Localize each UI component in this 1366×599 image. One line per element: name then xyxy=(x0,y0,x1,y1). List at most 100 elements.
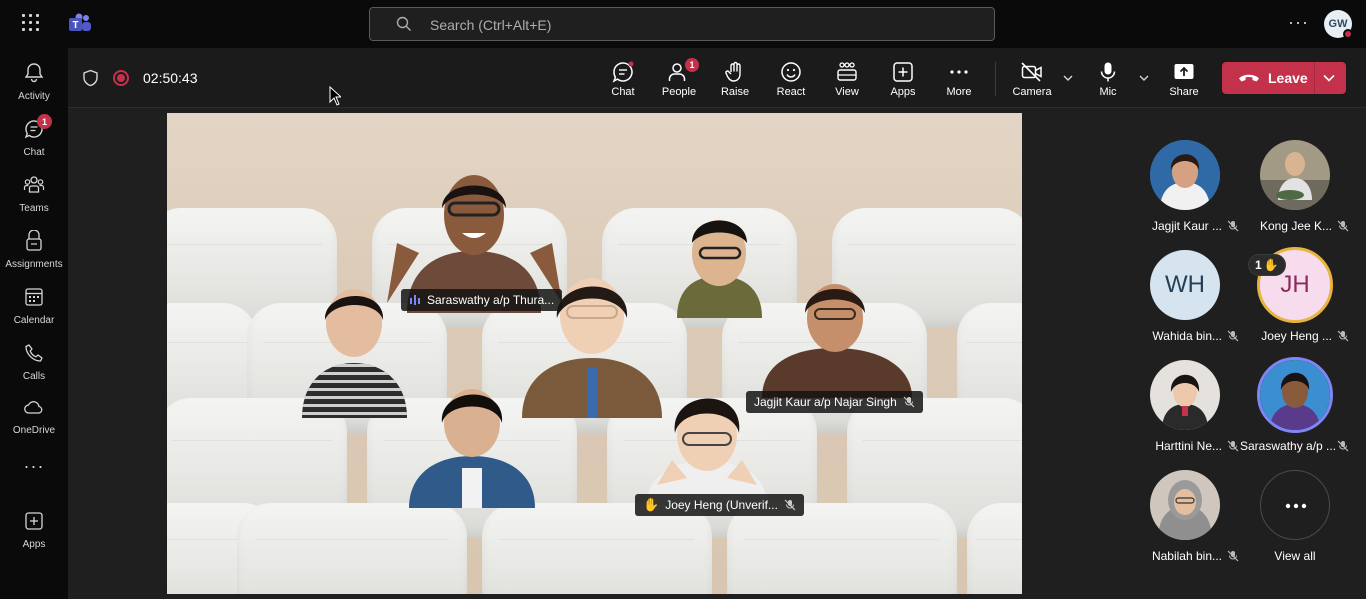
assignments-icon xyxy=(26,230,42,251)
rail-item-calls[interactable]: Calls xyxy=(0,334,68,390)
mic-off-icon xyxy=(784,499,796,511)
share-button[interactable]: Share xyxy=(1156,58,1212,102)
more-dots-icon xyxy=(950,70,968,74)
raise-hand-button[interactable]: Raise xyxy=(707,58,763,102)
chat-unread-badge: 1 xyxy=(37,114,52,129)
svg-text:T: T xyxy=(72,20,78,31)
mic-off-icon xyxy=(903,396,915,408)
rail-item-apps[interactable]: Apps xyxy=(0,502,68,558)
app-rail: Activity Chat 1 Teams Assignments Calend… xyxy=(0,48,68,599)
seat xyxy=(967,503,1022,594)
mic-off-icon xyxy=(1337,440,1349,452)
mic-button[interactable]: Mic xyxy=(1080,58,1136,102)
rail-label: Calls xyxy=(22,371,46,382)
apps-label: Apps xyxy=(890,86,916,98)
avatar xyxy=(1150,140,1220,210)
app-launcher-icon[interactable] xyxy=(22,14,42,34)
more-button[interactable]: More xyxy=(931,58,987,102)
mic-off-icon xyxy=(1227,550,1239,562)
hand-icon xyxy=(725,61,741,82)
leave-divider xyxy=(1314,62,1315,94)
people-badge: 1 xyxy=(685,58,699,72)
view-all-button[interactable]: View all xyxy=(1240,470,1350,576)
people-label: People xyxy=(661,86,697,98)
phone-icon xyxy=(25,344,43,362)
mouse-cursor-icon xyxy=(329,86,341,106)
raised-hand-icon: ✋ xyxy=(643,497,660,512)
mic-off-icon xyxy=(1337,220,1349,232)
top-bar: T Search (Ctrl+Alt+E) ··· GW xyxy=(0,0,1366,48)
roster-tile-jagjit[interactable]: Jagjit Kaur ... xyxy=(1130,140,1240,246)
chat-label: Chat xyxy=(611,86,635,98)
gallery-view-icon xyxy=(837,62,857,81)
seat xyxy=(727,503,957,594)
bell-icon xyxy=(24,63,44,83)
more-participants-icon xyxy=(1260,470,1330,540)
avatar-initials: WH xyxy=(1165,271,1205,298)
more-label: More xyxy=(946,86,972,98)
rail-item-teams[interactable]: Teams xyxy=(0,166,68,222)
leave-label: Leave xyxy=(1268,70,1308,86)
calendar-icon xyxy=(25,288,43,306)
toolbar-divider xyxy=(995,62,996,96)
seat xyxy=(237,503,467,594)
share-screen-icon xyxy=(1174,64,1194,79)
avatar xyxy=(1150,360,1220,430)
participant-video-man xyxy=(677,220,762,318)
search-placeholder: Search (Ctrl+Alt+E) xyxy=(430,17,552,33)
view-label: View xyxy=(835,86,859,98)
rail-item-onedrive[interactable]: OneDrive xyxy=(0,388,68,444)
nametag-text: Jagjit Kaur a/p Najar Singh xyxy=(754,395,897,409)
camera-button[interactable]: Camera xyxy=(1004,58,1060,102)
mic-off-icon xyxy=(1227,330,1239,342)
plus-square-icon xyxy=(25,512,43,530)
view-all-label: View all xyxy=(1274,549,1316,563)
rail-item-chat[interactable]: Chat 1 xyxy=(0,110,68,166)
raised-hand-icon: ✋ xyxy=(1263,258,1279,272)
rail-label: Chat xyxy=(23,147,45,158)
presence-status-icon xyxy=(1343,29,1353,39)
react-label: React xyxy=(776,86,806,98)
roster-name: Kong Jee K... xyxy=(1259,219,1332,233)
participant-video-jagjit xyxy=(762,284,912,398)
view-button[interactable]: View xyxy=(819,58,875,102)
hand-count: 1 xyxy=(1255,258,1262,272)
camera-options-chevron-icon[interactable] xyxy=(1062,72,1074,84)
leave-button[interactable]: Leave xyxy=(1222,62,1346,94)
roster-tile-kong[interactable]: Kong Jee K... xyxy=(1240,140,1350,246)
leave-options-chevron-icon[interactable] xyxy=(1322,72,1336,84)
rail-item-calendar[interactable]: Calendar xyxy=(0,278,68,334)
roster-tile-harttini[interactable]: Harttini Ne... xyxy=(1130,360,1240,466)
roster-name: Saraswathy a/p ... xyxy=(1240,439,1337,453)
people-button[interactable]: 1 People xyxy=(651,58,707,102)
nametag-text: Joey Heng (Unverif... xyxy=(665,498,778,512)
search-box[interactable]: Search (Ctrl+Alt+E) xyxy=(369,7,995,41)
apps-button[interactable]: Apps xyxy=(875,58,931,102)
mic-options-chevron-icon[interactable] xyxy=(1138,72,1150,84)
meeting-toolbar: 02:50:43 Chat 1 People Raise React View … xyxy=(68,48,1366,108)
roster-tile-saraswathy[interactable]: Saraswathy a/p ... xyxy=(1240,357,1350,466)
participant-video-woman-3 xyxy=(409,389,535,508)
plus-square-icon xyxy=(893,62,913,82)
teams-logo-icon: T xyxy=(69,13,91,31)
rail-item-assignments[interactable]: Assignments xyxy=(0,222,68,278)
more-apps-icon[interactable]: ··· xyxy=(0,456,68,477)
rail-item-activity[interactable]: Activity xyxy=(0,54,68,110)
avatar: WH xyxy=(1150,250,1220,320)
roster-tile-joey[interactable]: JH 1 ✋ Joey Heng ... xyxy=(1240,247,1350,356)
shield-icon[interactable] xyxy=(82,69,99,87)
avatar xyxy=(1150,470,1220,540)
together-mode-video: Saraswathy a/p Thura... Jagjit Kaur a/p … xyxy=(167,113,1022,594)
chat-button[interactable]: Chat xyxy=(595,58,651,102)
react-button[interactable]: React xyxy=(763,58,819,102)
roster-tile-wahida[interactable]: WH Wahida bin... xyxy=(1130,250,1240,356)
settings-more-icon[interactable]: ··· xyxy=(1288,12,1309,33)
camera-off-icon xyxy=(1021,62,1042,82)
teams-icon xyxy=(23,176,45,193)
chat-icon xyxy=(612,61,634,83)
mic-icon xyxy=(1100,62,1116,82)
video-nametag-saraswathy: Saraswathy a/p Thura... xyxy=(401,289,563,311)
roster-tile-nabilah[interactable]: Nabilah bin... xyxy=(1130,470,1240,576)
speaking-indicator-icon xyxy=(410,295,420,305)
roster-name: Wahida bin... xyxy=(1152,329,1222,343)
